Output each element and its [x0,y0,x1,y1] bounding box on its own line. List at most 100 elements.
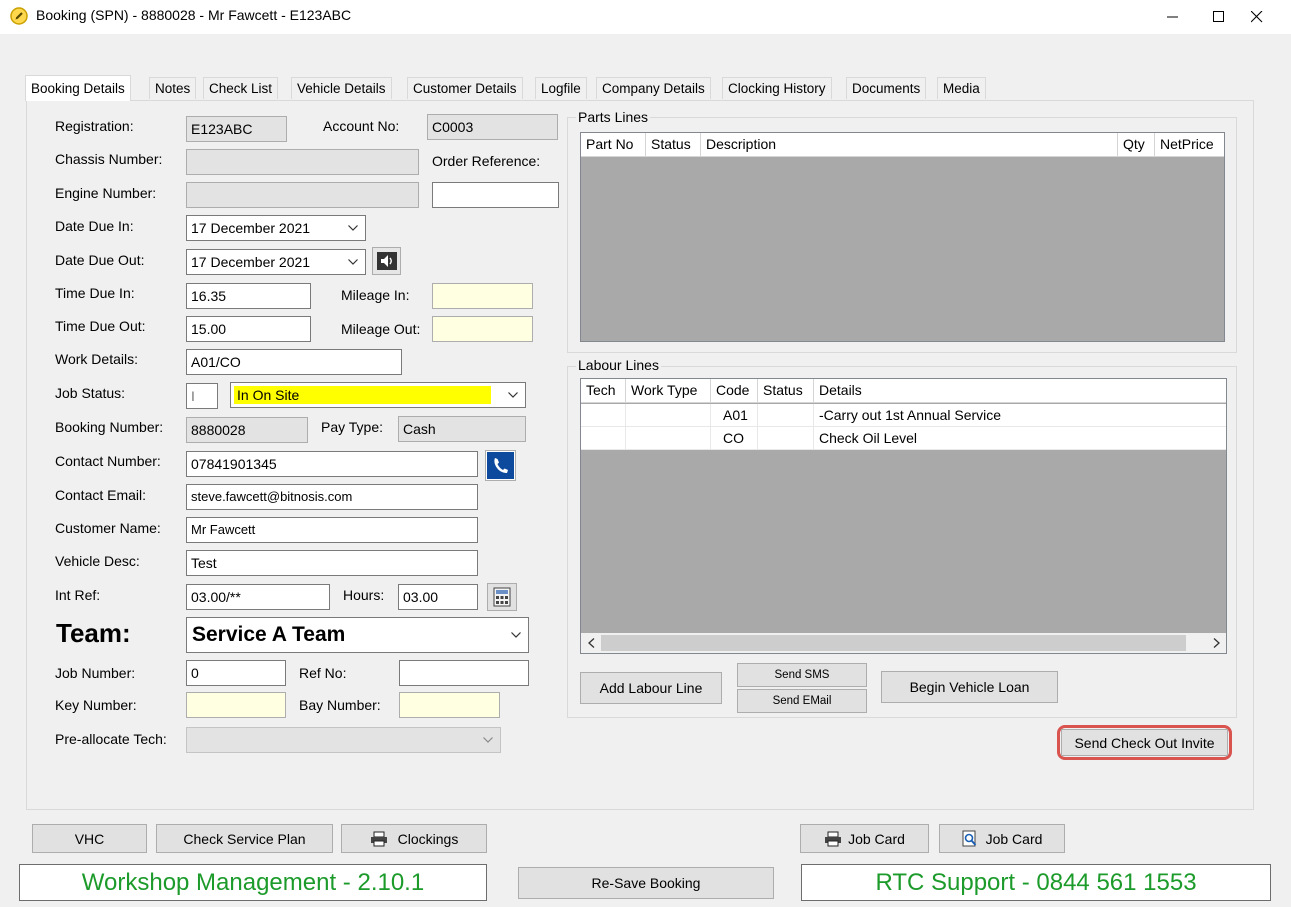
chassis-label: Chassis Number: [55,151,163,167]
title-bar: Booking (SPN) - 8880028 - Mr Fawcett - E… [0,0,1291,34]
work-details-field[interactable]: A01/CO [186,349,402,375]
tab-customer-details[interactable]: Customer Details [407,77,523,99]
parts-col-description[interactable]: Description [701,133,1118,157]
add-labour-line-button[interactable]: Add Labour Line [580,672,722,704]
version-status-box: Workshop Management - 2.10.1 [19,864,487,901]
order-reference-field[interactable] [432,182,559,208]
check-service-plan-button[interactable]: Check Service Plan [156,824,333,853]
labour-row[interactable]: CO Check Oil Level [581,427,1226,450]
vhc-button[interactable]: VHC [32,824,147,853]
registration-field[interactable]: E123ABC [186,116,287,142]
tab-media[interactable]: Media [937,77,986,99]
labour-lines-title: Labour Lines [576,357,661,373]
parts-lines-grid[interactable]: Part No Status Description Qty NetPrice [580,132,1225,342]
key-number-field[interactable] [186,692,286,718]
job-status-dropdown[interactable]: In On Site [230,382,526,408]
int-ref-field[interactable]: 03.00/** [186,584,330,610]
account-no-field[interactable]: C0003 [427,114,558,140]
parts-col-netprice[interactable]: NetPrice [1155,133,1224,157]
tab-logfile[interactable]: Logfile [535,77,587,99]
resave-booking-button[interactable]: Re-Save Booking [518,867,774,899]
speaker-icon [376,252,397,270]
job-card-print-button[interactable]: Job Card [800,824,929,853]
tab-vehicle-details[interactable]: Vehicle Details [291,77,392,99]
minimize-button[interactable] [1150,0,1196,34]
vehicle-desc-field[interactable]: Test [186,550,478,576]
calculator-button[interactable] [487,583,517,611]
labour-col-details[interactable]: Details [814,379,1226,403]
parts-grid-header: Part No Status Description Qty NetPrice [581,133,1224,157]
labour-cell-details: Check Oil Level [819,430,918,446]
close-button[interactable] [1234,0,1280,34]
job-card-preview-label: Job Card [985,830,1043,847]
labour-col-work-type[interactable]: Work Type [626,379,711,403]
job-status-code-field[interactable]: I [186,383,218,409]
job-number-field[interactable]: 0 [186,660,286,686]
team-dropdown[interactable]: Service A Team [186,617,529,653]
pay-type-field[interactable]: Cash [398,416,526,442]
parts-col-part-no[interactable]: Part No [581,133,646,157]
tab-check-list[interactable]: Check List [203,77,279,99]
hours-field[interactable]: 03.00 [398,584,478,610]
tab-clocking-history[interactable]: Clocking History [722,77,832,99]
date-due-in-value: 17 December 2021 [191,220,311,236]
contact-number-field[interactable]: 07841901345 [186,451,478,477]
account-no-label: Account No: [323,118,400,134]
scroll-thumb[interactable] [601,635,1186,651]
contact-email-label: Contact Email: [55,487,147,503]
labour-hscrollbar[interactable] [581,633,1226,653]
time-due-out-label: Time Due Out: [55,318,146,334]
labour-col-code[interactable]: Code [711,379,758,403]
time-due-in-field[interactable]: 16.35 [186,283,311,309]
engine-label: Engine Number: [55,185,157,201]
send-sms-button[interactable]: Send SMS [737,663,867,687]
mileage-out-field[interactable] [432,316,533,342]
booking-number-field[interactable]: 8880028 [186,417,308,443]
parts-col-qty[interactable]: Qty [1118,133,1155,157]
labour-cell-code: A01 [711,404,758,427]
bay-number-field[interactable] [399,692,500,718]
labour-cell-work-type [626,404,711,427]
labour-lines-grid[interactable]: Tech Work Type Code Status Details A01 -… [580,378,1227,654]
tab-company-details[interactable]: Company Details [596,77,711,99]
tab-notes[interactable]: Notes [149,77,197,99]
chevron-down-icon [509,618,523,652]
time-due-in-label: Time Due In: [55,285,135,301]
begin-vehicle-loan-button[interactable]: Begin Vehicle Loan [881,671,1058,703]
parts-col-status[interactable]: Status [646,133,701,157]
clockings-button[interactable]: Clockings [341,824,487,853]
labour-cell-details: -Carry out 1st Annual Service [819,407,1002,423]
date-due-in-label: Date Due In: [55,218,134,234]
send-email-button[interactable]: Send EMail [737,689,867,713]
speaker-button[interactable] [372,247,401,275]
tab-documents[interactable]: Documents [846,77,927,99]
labour-col-status[interactable]: Status [758,379,814,403]
booking-number-label: Booking Number: [55,419,164,435]
engine-field[interactable] [186,182,419,208]
mileage-in-field[interactable] [432,283,533,309]
tab-booking-details[interactable]: Booking Details [25,75,131,101]
labour-cell-status [758,404,814,427]
customer-name-label: Customer Name: [55,520,161,536]
job-number-label: Job Number: [55,665,136,681]
preallocate-tech-dropdown[interactable] [186,727,501,753]
ref-no-field[interactable] [399,660,529,686]
scroll-left-icon[interactable] [581,633,601,653]
window-title: Booking (SPN) - 8880028 - Mr Fawcett - E… [36,7,352,23]
labour-row[interactable]: A01 -Carry out 1st Annual Service [581,404,1226,427]
contact-email-field[interactable]: steve.fawcett@bitnosis.com [186,484,478,510]
send-check-out-invite-button[interactable]: Send Check Out Invite [1061,729,1228,756]
date-due-in-picker[interactable]: 17 December 2021 [186,215,366,241]
chassis-field[interactable] [186,149,419,175]
printer-icon [825,831,842,846]
phone-icon [487,452,514,479]
chevron-down-icon [346,250,360,274]
contact-number-label: Contact Number: [55,453,161,469]
scroll-right-icon[interactable] [1206,633,1226,653]
time-due-out-field[interactable]: 15.00 [186,316,311,342]
call-button[interactable] [485,450,516,481]
customer-name-field[interactable]: Mr Fawcett [186,517,478,543]
labour-col-tech[interactable]: Tech [581,379,626,403]
job-card-preview-button[interactable]: Job Card [939,824,1065,853]
date-due-out-picker[interactable]: 17 December 2021 [186,249,366,275]
